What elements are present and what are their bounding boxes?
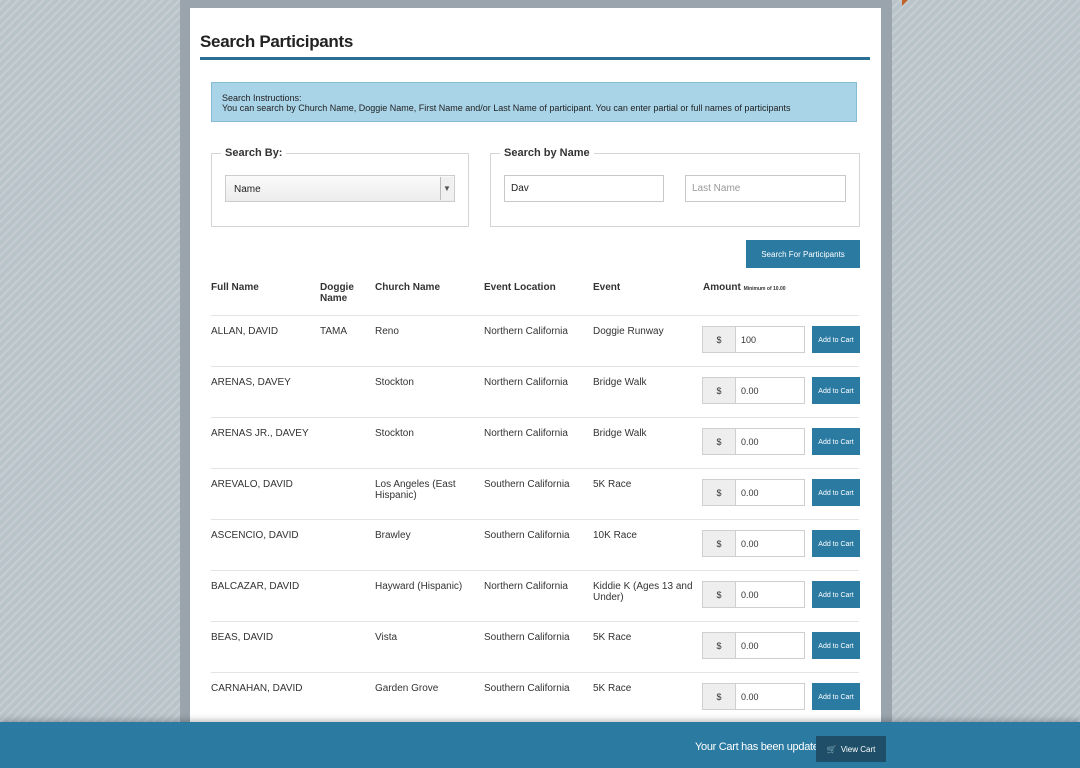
instructions-text: You can search by Church Name, Doggie Na…: [222, 103, 791, 113]
table-row: BEAS, DAVID Vista Southern California 5K Ra…: [211, 621, 860, 673]
cell-full-name: ASCENCIO, DAVID: [211, 530, 299, 541]
cell-event: Bridge Walk: [593, 428, 647, 439]
col-header-event: Event: [593, 282, 621, 293]
currency-addon: $: [702, 326, 736, 353]
amount-input[interactable]: [735, 377, 805, 404]
cell-event: 5K Race: [593, 479, 632, 490]
cell-event-location: Southern California: [484, 683, 570, 694]
search-by-legend: Search By:: [225, 147, 283, 159]
table-row: CARNAHAN, DAVID Garden Grove Southern Cali…: [211, 672, 860, 722]
cell-event-location: Northern California: [484, 377, 568, 388]
cell-event-location: Northern California: [484, 428, 568, 439]
cell-church-name: Reno: [375, 326, 399, 337]
amount-input[interactable]: [735, 428, 805, 455]
col-header-church-name: Church Name: [375, 282, 441, 293]
add-to-cart-button[interactable]: Add to Cart: [812, 428, 860, 455]
cell-event: Bridge Walk: [593, 377, 647, 388]
last-name-input[interactable]: [685, 175, 846, 202]
table-row: ARENAS, DAVEY Stockton Northern California…: [211, 366, 860, 418]
col-header-full-name: Full Name: [211, 282, 259, 293]
add-to-cart-button[interactable]: Add to Cart: [812, 377, 860, 404]
cell-church-name: Stockton: [375, 428, 414, 439]
cell-church-name: Brawley: [375, 530, 411, 541]
table-row: ASCENCIO, DAVID Brawley Southern Californi…: [211, 519, 860, 571]
cell-church-name: Vista: [375, 632, 398, 643]
instructions-heading: Search Instructions:: [222, 93, 302, 103]
cell-church-name: Garden Grove: [375, 683, 439, 694]
search-by-name-group: Search by Name: [490, 147, 860, 227]
cell-full-name: BALCAZAR, DAVID: [211, 581, 300, 592]
currency-addon: $: [702, 581, 736, 608]
amount-minimum-note: Minimum of 10.00: [743, 286, 786, 292]
cell-event-location: Southern California: [484, 479, 570, 490]
cell-church-name: Hayward (Hispanic): [375, 581, 463, 592]
search-by-name-legend: Search by Name: [504, 147, 590, 159]
cell-full-name: AREVALO, DAVID: [211, 479, 293, 490]
cell-event: Doggie Runway: [593, 326, 664, 337]
currency-addon: $: [702, 683, 736, 710]
search-by-select[interactable]: Name ▼: [225, 175, 455, 202]
cell-doggie-name: TAMA: [320, 326, 348, 337]
add-to-cart-button[interactable]: Add to Cart: [812, 683, 860, 710]
cell-event-location: Southern California: [484, 530, 570, 541]
add-to-cart-button[interactable]: Add to Cart: [812, 632, 860, 659]
cell-church-name: Los Angeles (East Hispanic): [375, 479, 456, 501]
cell-event-location: Northern California: [484, 581, 568, 592]
cell-event: 5K Race: [593, 683, 632, 694]
search-instructions: Search Instructions: You can search by C…: [211, 82, 857, 122]
cart-icon: 🛒: [826, 745, 837, 754]
add-to-cart-button[interactable]: Add to Cart: [812, 479, 860, 506]
cart-notification-bar: Your Cart has been updated 🛒 View Cart: [0, 722, 1080, 768]
corner-marker: [902, 0, 908, 6]
col-header-amount: Amount Minimum of 10.00: [703, 282, 786, 295]
amount-header-label: Amount: [703, 282, 741, 293]
currency-addon: $: [702, 530, 736, 557]
add-to-cart-button[interactable]: Add to Cart: [812, 581, 860, 608]
cell-event-location: Southern California: [484, 632, 570, 643]
currency-addon: $: [702, 632, 736, 659]
cell-event-location: Northern California: [484, 326, 568, 337]
amount-input[interactable]: [735, 632, 805, 659]
cell-church-name: Stockton: [375, 377, 414, 388]
currency-addon: $: [702, 428, 736, 455]
search-by-group: Search By: Name ▼: [211, 147, 469, 227]
currency-addon: $: [702, 377, 736, 404]
amount-input[interactable]: [735, 326, 805, 353]
table-row: ALLAN, DAVID TAMA Reno Northern California D…: [211, 315, 860, 367]
add-to-cart-button[interactable]: Add to Cart: [812, 326, 860, 353]
view-cart-label: View Cart: [840, 745, 876, 754]
page-title: Search Participants: [200, 32, 354, 51]
col-header-doggie-name: Doggie Name: [320, 282, 354, 304]
cart-updated-message: Your Cart has been updated: [695, 741, 825, 753]
cell-full-name: ARENAS JR., DAVEY: [211, 428, 309, 439]
chevron-down-icon[interactable]: ▼: [440, 177, 453, 200]
table-row: AREVALO, DAVID Los Angeles (East Hispanic…: [211, 468, 860, 520]
cell-event: 5K Race: [593, 632, 632, 643]
currency-addon: $: [702, 479, 736, 506]
col-header-event-location: Event Location: [484, 282, 556, 293]
content-panel: Search Participants Search Instructions:…: [190, 8, 881, 722]
amount-input[interactable]: [735, 683, 805, 710]
title-divider: [200, 57, 870, 60]
first-name-input[interactable]: [504, 175, 664, 202]
add-to-cart-button[interactable]: Add to Cart: [812, 530, 860, 557]
cell-event: 10K Race: [593, 530, 637, 541]
table-row: BALCAZAR, DAVID Hayward (Hispanic) Norther…: [211, 570, 860, 622]
amount-input[interactable]: [735, 581, 805, 608]
cell-full-name: BEAS, DAVID: [211, 632, 274, 643]
amount-input[interactable]: [735, 479, 805, 506]
search-for-participants-button[interactable]: Search For Participants: [746, 240, 860, 268]
cell-full-name: CARNAHAN, DAVID: [211, 683, 303, 694]
cell-full-name: ALLAN, DAVID: [211, 326, 279, 337]
amount-input[interactable]: [735, 530, 805, 557]
cell-full-name: ARENAS, DAVEY: [211, 377, 291, 388]
cell-event: Kiddie K (Ages 13 and Under): [593, 581, 693, 603]
view-cart-button[interactable]: 🛒 View Cart: [816, 736, 886, 762]
search-by-selected-value: Name: [234, 184, 261, 195]
table-row: ARENAS JR., DAVEY Stockton Northern Califo…: [211, 417, 860, 469]
